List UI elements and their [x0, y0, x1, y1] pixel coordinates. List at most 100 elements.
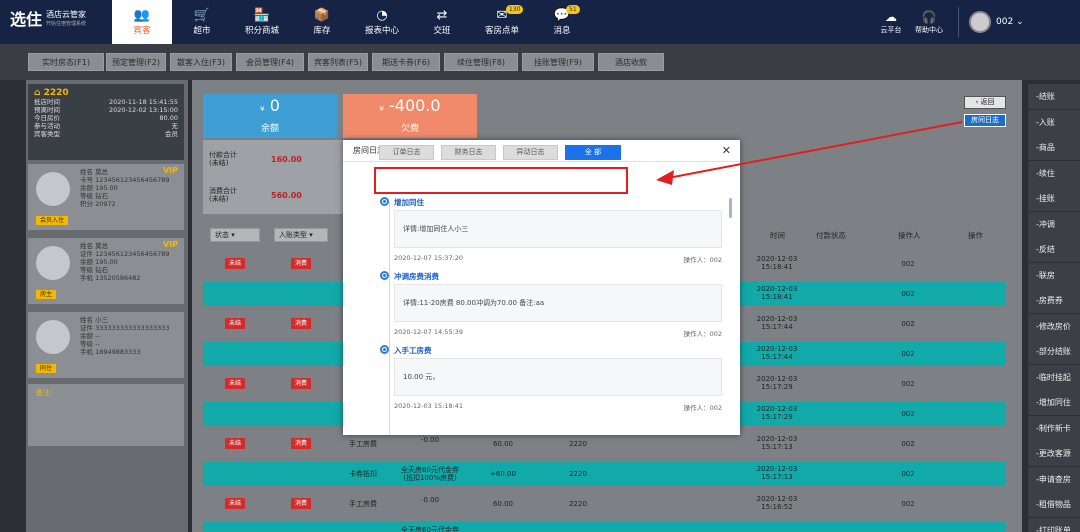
balance-value: 0 [269, 96, 280, 115]
guest-info: 姓名 小三 证件 333333333333333333 余额 -- 等级 -- 手机 1… [80, 316, 170, 356]
nav-message[interactable]: 💬 消息 51 [532, 0, 592, 44]
sidebar-action-2[interactable]: -商品 [1028, 135, 1080, 160]
sidebar-action-17[interactable]: -打印账单 [1028, 517, 1080, 532]
timeline-dot [380, 271, 389, 280]
sidebar-action-14[interactable]: -更改客源 [1028, 441, 1080, 466]
amount-cell: 全天房60元代金券(抵扣100%房费) [401, 466, 459, 482]
unsettled-badge: 未结 [225, 498, 246, 509]
operator-cell: 002 [901, 320, 915, 328]
change-log-filter[interactable]: 异动日志 [503, 145, 558, 160]
tab-1[interactable]: 预定管理(F2) [106, 53, 166, 71]
balance-card: ¥ 0 余额 [203, 94, 337, 138]
finance-log-filter[interactable]: 财务日志 [441, 145, 496, 160]
avatar [36, 246, 70, 280]
table-row[interactable]: 全天房60元代金券 [203, 522, 1005, 532]
home-icon: ⌂ [34, 88, 41, 98]
tab-0[interactable]: 实时房态(F1) [28, 53, 104, 71]
amount-cell-2: 60.00 [492, 440, 514, 448]
room-info-row: 参与活动无 [34, 122, 178, 130]
sidebar-action-0[interactable]: -结账 [1028, 84, 1080, 109]
order-log-filter[interactable]: 订单日志 [379, 145, 434, 160]
close-icon[interactable]: ✕ [722, 144, 731, 157]
tab-5[interactable]: 期送卡券(F6) [372, 53, 440, 71]
log-filter-highlight [374, 167, 628, 194]
nav-label: 超市 [193, 26, 211, 36]
sidebar-action-9[interactable]: -修改房价 [1028, 313, 1080, 339]
log-entry-detail: 10.00 元， [394, 358, 722, 396]
log-entry-detail: 详情:11-20房费 80.00冲调为70.00 备注:aa [394, 284, 722, 322]
sidebar-action-7[interactable]: -联房 [1028, 262, 1080, 288]
nav-handover[interactable]: ⇄ 交班 [412, 0, 472, 44]
guest-info: 姓名 莫总 卡号 123456123456456789 余额 195.00 等级 钻石… [80, 168, 170, 208]
sidebar-action-15[interactable]: -申请查房 [1028, 466, 1080, 492]
sidebar-action-5[interactable]: -冲调 [1028, 211, 1080, 237]
sidebar-action-16[interactable]: -租借物品 [1028, 492, 1080, 517]
sidebar-action-13[interactable]: -制作新卡 [1028, 415, 1080, 441]
table-row[interactable]: 未结 消费 手工房费 -0.00 60.00 2220 2020-12-03 15:17:1… [203, 432, 1005, 456]
room-number: ⌂ 2220 [34, 88, 69, 98]
back-button[interactable]: ‹ 返回 [964, 96, 1006, 109]
logo-brand: 选住 [10, 10, 43, 29]
tab-4[interactable]: 宾客列表(F5) [308, 53, 368, 71]
tab-7[interactable]: 挂账管理(F9) [522, 53, 594, 71]
vip-badge: VIP [162, 166, 178, 175]
operator-cell: 002 [901, 410, 915, 418]
sidebar-action-12[interactable]: -增加同住 [1028, 390, 1080, 415]
scrollbar[interactable] [729, 198, 732, 218]
tab-6[interactable]: 续住管理(F8) [444, 53, 518, 71]
amount-cell: -0.00 [420, 496, 440, 504]
nav-cart[interactable]: 🛒 超市 [172, 0, 232, 44]
unsettled-badge: 未结 [225, 318, 246, 329]
sidebar-action-10[interactable]: -部分结账 [1028, 339, 1080, 364]
log-entry-meta: 2020-12-07 15:37:20 操作人：002 [394, 254, 722, 264]
tab-3[interactable]: 会员管理(F4) [236, 53, 304, 71]
nav-box[interactable]: 📦 库存 [292, 0, 352, 44]
top-right-tools: ☁ 云平台 🎧 帮助中心 002 ⌄ [872, 0, 1024, 44]
consume-total-label: 消费合计 (未结) [209, 187, 237, 203]
log-entry-meta: 2020-12-03 15:18:41 操作人：002 [394, 402, 722, 412]
sidebar-action-4[interactable]: -挂账 [1028, 186, 1080, 211]
guest-card[interactable]: 姓名 小三 证件 333333333333333333 余额 -- 等级 -- 手机 1… [28, 312, 184, 378]
guest-card[interactable]: 姓名 莫总 卡号 123456123456456789 余额 195.00 等级 钻石… [28, 164, 184, 230]
log-entry-title: 入手工房费 [394, 346, 432, 355]
count-badge: 51 [566, 5, 580, 14]
tab-8[interactable]: 酒店收款 [598, 53, 664, 71]
table-row[interactable]: 卡券抵扣 全天房60元代金券(抵扣100%房费) +60.00 2220 2020-12… [203, 462, 1005, 486]
sidebar-action-1[interactable]: -入账 [1028, 109, 1080, 135]
sidebar-action-6[interactable]: -反结 [1028, 237, 1080, 262]
room-log-button[interactable]: 房间日志 [964, 114, 1006, 127]
consume-total-amount: 560.00 [271, 191, 302, 200]
top-bar: 选住 酒店云管家 开始住宿管理系统 👥 宾客 🛒 超市 🏪 积分商城 📦 库存 ◔ 报表中心 ⇄ 交班… [0, 0, 1080, 44]
sidebar-action-11[interactable]: -临时挂起 [1028, 364, 1080, 390]
pie-chart-icon: ◔ [376, 8, 388, 23]
all-log-filter[interactable]: 全 部 [565, 145, 621, 160]
amount-cell: 全天房60元代金券 [401, 526, 459, 532]
user-menu[interactable]: 002 ⌄ [996, 17, 1024, 27]
time-cell: 2020-12-03 15:17:13 [756, 435, 798, 451]
nav-guest[interactable]: 👥 宾客 [112, 0, 172, 44]
main-nav: 👥 宾客 🛒 超市 🏪 积分商城 📦 库存 ◔ 报表中心 ⇄ 交班 ✉ 客房点单 130 💬 消息 51 [112, 0, 592, 44]
guest-tag: 同住 [36, 364, 57, 373]
tab-2[interactable]: 散客入住(F3) [170, 53, 232, 71]
room-cell: 2220 [569, 470, 587, 478]
room-info-row: 今日房价 80.00 [34, 114, 178, 122]
help-center-button[interactable]: 🎧 帮助中心 [910, 9, 948, 35]
status-filter[interactable]: 状态 ▾ [210, 228, 260, 242]
nav-label: 积分商城 [244, 26, 279, 36]
header-operator: 操作人 [898, 231, 921, 240]
room-cell: 2220 [569, 500, 587, 508]
avatar[interactable] [969, 11, 991, 33]
nav-pie-chart[interactable]: ◔ 报表中心 [352, 0, 412, 44]
logo-title: 酒店云管家 [46, 10, 87, 19]
guest-card[interactable]: 姓名 莫总 证件 123456123456456789 余额 195.00 等级 钻石… [28, 238, 184, 304]
sidebar-action-3[interactable]: -续住 [1028, 160, 1080, 186]
headset-icon: 🎧 [921, 10, 937, 24]
nav-order[interactable]: ✉ 客房点单 130 [472, 0, 532, 44]
log-entry-time: 2020-12-07 14:55:39 [394, 328, 464, 336]
nav-label: 客房点单 [484, 26, 519, 36]
sidebar-action-8[interactable]: -房费券 [1028, 288, 1080, 313]
table-row[interactable]: 未结 消费 手工房费 -0.00 60.00 2220 2020-12-03 15:16:5… [203, 492, 1005, 516]
nav-shop[interactable]: 🏪 积分商城 [232, 0, 292, 44]
cloud-platform-button[interactable]: ☁ 云平台 [872, 9, 910, 35]
entry-type-filter[interactable]: 入账类型 ▾ [274, 228, 328, 242]
